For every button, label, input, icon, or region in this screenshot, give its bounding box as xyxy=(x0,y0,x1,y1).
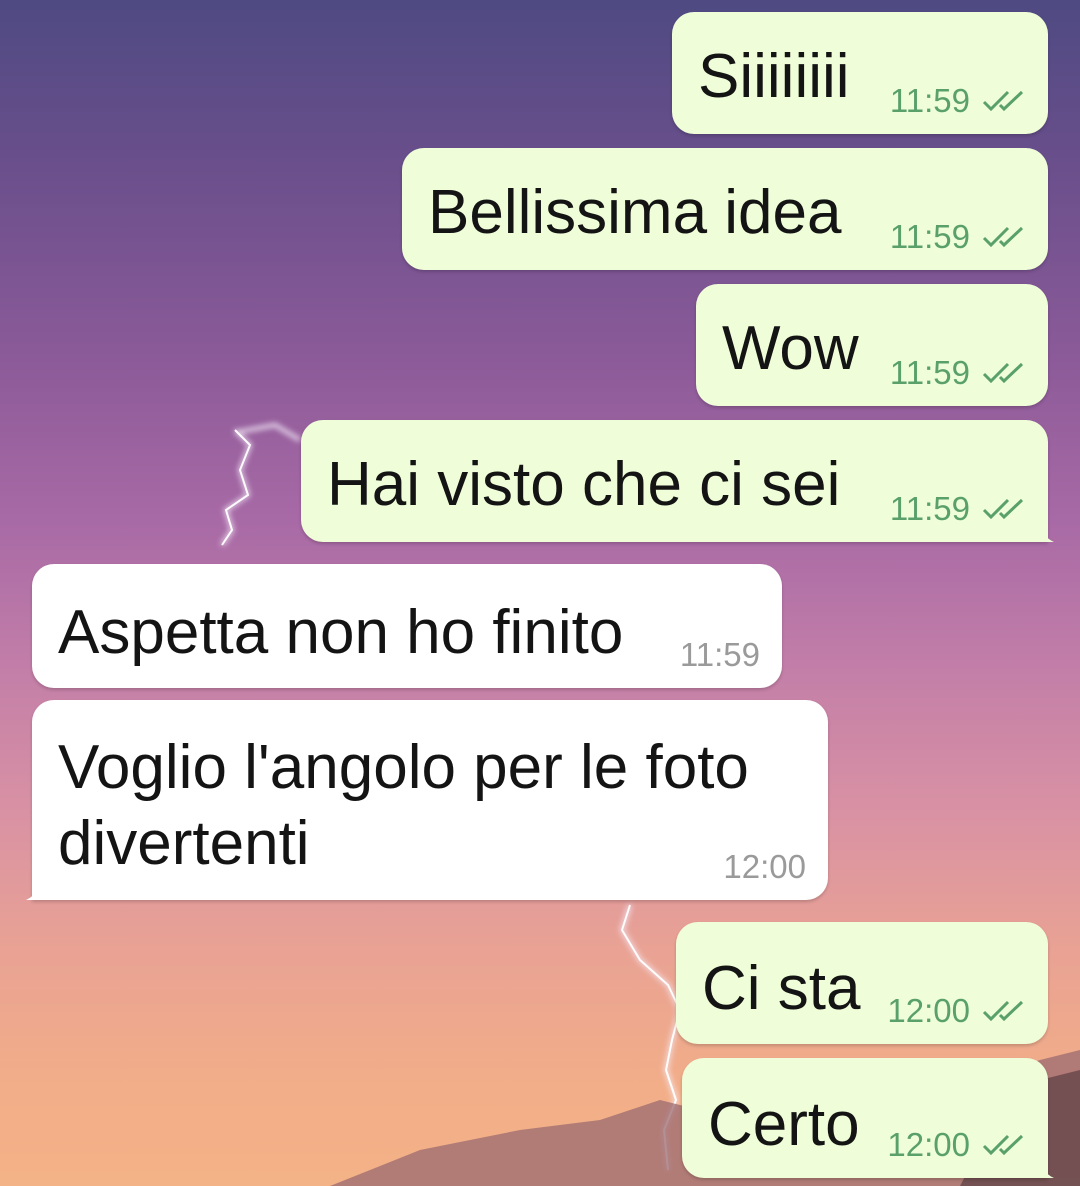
message-meta: 11:59 xyxy=(890,218,1026,256)
message-meta: 12:00 xyxy=(887,1126,1026,1164)
message-time: 11:59 xyxy=(889,490,970,527)
message-text: Voglio l'angolo per le foto divertenti xyxy=(58,733,749,878)
message-text: Siiiiiiii xyxy=(698,42,850,111)
message-meta: 11:59 xyxy=(890,490,1026,528)
message-bubble-outgoing[interactable]: Ci sta 12:00 xyxy=(676,922,1048,1044)
message-time: 12:00 xyxy=(723,848,806,885)
message-text: Hai visto che ci sei xyxy=(327,450,841,519)
message-text: Ci sta xyxy=(702,954,861,1023)
message-bubble-outgoing[interactable]: Siiiiiiii 11:59 xyxy=(672,12,1048,134)
double-check-icon xyxy=(982,1133,1026,1157)
message-text: Wow xyxy=(722,314,859,383)
bubble-tail xyxy=(1036,514,1054,542)
message-meta: 12:00 xyxy=(723,848,806,886)
message-bubble-outgoing[interactable]: Certo 12:00 xyxy=(682,1058,1054,1178)
double-check-icon xyxy=(982,497,1026,521)
bubble-tail xyxy=(1036,1150,1054,1178)
double-check-icon xyxy=(982,89,1026,113)
message-meta: 11:59 xyxy=(890,82,1026,120)
message-bubble-incoming[interactable]: Voglio l'angolo per le foto divertenti 1… xyxy=(26,700,828,900)
message-bubble-outgoing[interactable]: Wow 11:59 xyxy=(696,284,1048,406)
message-meta: 11:59 xyxy=(890,354,1026,392)
message-time: 11:59 xyxy=(889,82,970,119)
message-meta: 12:00 xyxy=(887,992,1026,1030)
message-meta: 11:59 xyxy=(680,636,760,674)
message-time: 11:59 xyxy=(889,218,970,255)
message-bubble-outgoing[interactable]: Bellissima idea 11:59 xyxy=(402,148,1048,270)
double-check-icon xyxy=(982,361,1026,385)
message-time: 12:00 xyxy=(887,992,970,1029)
double-check-icon xyxy=(982,999,1026,1023)
message-text: Aspetta non ho finito xyxy=(58,598,624,667)
message-text: Certo xyxy=(708,1090,860,1159)
message-text: Bellissima idea xyxy=(428,178,842,247)
double-check-icon xyxy=(982,225,1026,249)
message-bubble-outgoing[interactable]: Hai visto che ci sei 11:59 xyxy=(301,420,1054,542)
bubble-tail xyxy=(26,872,44,900)
message-time: 11:59 xyxy=(679,636,760,673)
message-time: 12:00 xyxy=(887,1126,970,1163)
message-bubble-incoming[interactable]: Aspetta non ho finito 11:59 xyxy=(32,564,782,688)
message-time: 11:59 xyxy=(889,354,970,391)
